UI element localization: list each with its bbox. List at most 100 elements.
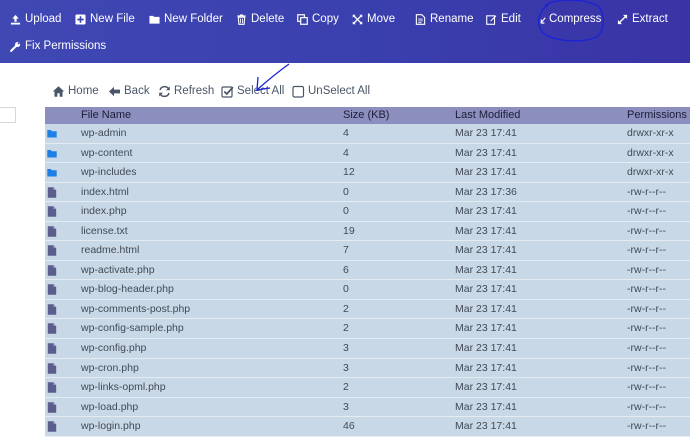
file-icon <box>47 304 57 315</box>
move-button[interactable]: Move <box>352 8 395 30</box>
compress-button[interactable]: Compress <box>540 8 601 30</box>
select-all-label: Select All <box>237 85 285 97</box>
file-name-cell[interactable]: wp-admin <box>81 124 127 143</box>
column-header-file-name[interactable]: File Name <box>81 107 131 124</box>
copy-label: Copy <box>312 13 339 25</box>
file-icon <box>47 421 57 432</box>
permissions-cell: -rw-r--r-- <box>627 361 667 374</box>
file-icon <box>47 284 57 296</box>
file-table: File Name Size (KB) Last Modified Permis… <box>45 107 690 437</box>
new-file-label: New File <box>90 13 135 25</box>
file-name-cell[interactable]: wp-cron.php <box>81 359 139 378</box>
file-icon <box>47 206 57 217</box>
file-name-cell[interactable]: readme.html <box>81 241 139 260</box>
copy-icon <box>297 13 308 25</box>
new-file-button[interactable]: New File <box>75 8 135 30</box>
table-row[interactable]: wp-cron.php 3 Mar 23 17:41 -rw-r--r-- <box>45 358 690 379</box>
table-row[interactable]: wp-config-sample.php 2 Mar 23 17:41 -rw-r--… <box>45 319 690 340</box>
table-row[interactable]: wp-links-opml.php 2 Mar 23 17:41 -rw-r--r-- <box>45 378 690 398</box>
table-row[interactable]: wp-load.php 3 Mar 23 17:41 -rw-r--r-- <box>45 397 690 418</box>
table-row[interactable]: index.php 0 Mar 23 17:41 -rw-r--r-- <box>45 202 690 222</box>
last-modified-cell: Mar 23 17:41 <box>455 127 517 139</box>
file-name-cell[interactable]: index.php <box>81 202 127 221</box>
size-cell: 4 <box>343 146 349 159</box>
table-row[interactable]: wp-admin 4 Mar 23 17:41 drwxr-xr-x <box>45 124 690 144</box>
size-cell: 3 <box>343 361 349 374</box>
last-modified-cell: Mar 23 17:41 <box>455 244 517 257</box>
toolbar-row-secondary: Fix Permissions <box>0 35 690 57</box>
size-cell: 3 <box>343 342 349 355</box>
table-header: File Name Size (KB) Last Modified Permis… <box>45 107 690 124</box>
file-name-cell[interactable]: index.html <box>81 183 129 202</box>
file-name-cell[interactable]: wp-login.php <box>81 417 141 436</box>
permissions-cell: -rw-r--r-- <box>627 185 667 198</box>
file-icon <box>47 186 57 198</box>
file-name-cell[interactable]: wp-config-sample.php <box>81 319 184 338</box>
permissions-cell: -rw-r--r-- <box>627 420 667 433</box>
unselect-all-button[interactable]: UnSelect All <box>292 82 370 100</box>
file-manager-toolbar: Upload New File New Folder Delete Copy M… <box>0 0 690 63</box>
table-row[interactable]: readme.html 7 Mar 23 17:41 -rw-r--r-- <box>45 241 690 261</box>
column-header-permissions[interactable]: Permissions <box>627 107 687 124</box>
last-modified-cell: Mar 23 17:41 <box>455 205 517 218</box>
size-cell: 2 <box>343 381 349 394</box>
last-modified-cell: Mar 23 17:41 <box>455 166 517 179</box>
copy-button[interactable]: Copy <box>297 8 339 30</box>
extract-button[interactable]: Extract <box>617 8 668 30</box>
file-name-cell[interactable]: wp-load.php <box>81 398 138 417</box>
checkbox-empty-icon <box>292 85 305 98</box>
size-cell: 46 <box>343 420 355 433</box>
arrow-left-icon <box>108 85 121 98</box>
fix-permissions-button[interactable]: Fix Permissions <box>10 35 106 57</box>
permissions-cell: -rw-r--r-- <box>627 263 667 276</box>
file-icon <box>47 401 57 413</box>
table-row[interactable]: wp-blog-header.php 0 Mar 23 17:41 -rw-r--r-… <box>45 280 690 300</box>
table-body: wp-admin 4 Mar 23 17:41 drwxr-xr-x wp-conten… <box>45 124 690 437</box>
table-row[interactable]: wp-comments-post.php 2 Mar 23 17:41 -rw-r--… <box>45 299 690 320</box>
table-row[interactable]: wp-content 4 Mar 23 17:41 drwxr-xr-x <box>45 143 690 164</box>
edit-button[interactable]: Edit <box>486 8 521 30</box>
rename-button[interactable]: Rename <box>415 8 473 30</box>
last-modified-cell: Mar 23 17:41 <box>455 263 517 276</box>
permissions-cell: drwxr-xr-x <box>627 166 674 179</box>
extract-label: Extract <box>632 13 668 25</box>
home-button[interactable]: Home <box>52 82 99 100</box>
file-name-cell[interactable]: wp-links-opml.php <box>81 378 166 397</box>
file-name-cell[interactable]: wp-config.php <box>81 339 146 358</box>
back-button[interactable]: Back <box>108 82 150 100</box>
last-modified-cell: Mar 23 17:36 <box>455 185 517 198</box>
file-name-cell[interactable]: wp-blog-header.php <box>81 280 174 299</box>
file-icon <box>47 362 57 374</box>
new-folder-button[interactable]: New Folder <box>149 8 223 30</box>
refresh-button[interactable]: Refresh <box>158 82 214 100</box>
refresh-icon <box>158 85 171 98</box>
size-cell: 0 <box>343 283 349 296</box>
file-name-cell[interactable]: wp-includes <box>81 163 136 182</box>
table-row[interactable]: wp-config.php 3 Mar 23 17:41 -rw-r--r-- <box>45 339 690 359</box>
file-name-cell[interactable]: wp-activate.php <box>81 261 155 280</box>
table-row[interactable]: wp-includes 12 Mar 23 17:41 drwxr-xr-x <box>45 163 690 183</box>
permissions-cell: -rw-r--r-- <box>627 381 667 394</box>
permissions-cell: -rw-r--r-- <box>627 283 667 296</box>
folder-icon <box>47 148 57 159</box>
file-name-cell[interactable]: wp-content <box>81 144 132 163</box>
table-row[interactable]: wp-login.php 46 Mar 23 17:41 -rw-r--r-- <box>45 417 690 437</box>
column-header-last-modified[interactable]: Last Modified <box>455 107 520 124</box>
last-modified-cell: Mar 23 17:41 <box>455 361 517 374</box>
unselect-all-label: UnSelect All <box>308 85 371 97</box>
last-modified-cell: Mar 23 17:41 <box>455 342 517 355</box>
home-icon <box>52 85 65 98</box>
select-all-button[interactable]: Select All <box>221 82 284 100</box>
table-row[interactable]: wp-activate.php 6 Mar 23 17:41 -rw-r--r-- <box>45 260 690 281</box>
wrench-icon <box>10 41 21 52</box>
table-row[interactable]: index.html 0 Mar 23 17:36 -rw-r--r-- <box>45 182 690 203</box>
column-header-size[interactable]: Size (KB) <box>343 107 389 124</box>
delete-button[interactable]: Delete <box>236 8 284 30</box>
file-name-cell[interactable]: wp-comments-post.php <box>81 300 190 319</box>
last-modified-cell: Mar 23 17:41 <box>455 322 517 335</box>
size-cell: 4 <box>343 127 349 139</box>
upload-button[interactable]: Upload <box>10 8 61 30</box>
table-row[interactable]: license.txt 19 Mar 23 17:41 -rw-r--r-- <box>45 221 690 242</box>
file-icon <box>47 343 57 354</box>
file-name-cell[interactable]: license.txt <box>81 222 128 241</box>
